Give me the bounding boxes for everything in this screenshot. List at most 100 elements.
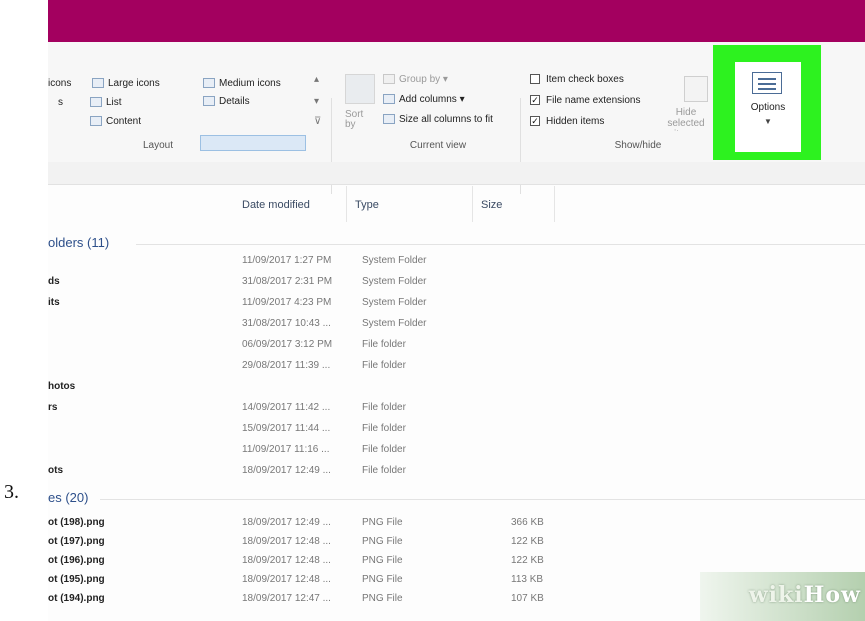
size-all-columns-button[interactable]: Size all columns to fit — [383, 114, 493, 125]
item-check-boxes-toggle[interactable]: Item check boxes — [530, 74, 624, 85]
file-row-type: PNG File — [362, 593, 403, 604]
details-selection — [200, 135, 306, 151]
folder-row-name[interactable]: ots — [48, 465, 63, 476]
folder-row-date: 31/08/2017 10:43 ... — [242, 318, 331, 329]
step-number: 3. — [4, 481, 19, 503]
chevron-down-icon: ▼ — [764, 117, 772, 126]
group-divider — [100, 499, 865, 500]
folder-row-type: File folder — [362, 423, 406, 434]
list-icon — [90, 97, 102, 108]
hide-selected-icon — [684, 76, 708, 102]
sort-by-button[interactable]: Sort by — [345, 110, 363, 130]
layout-scroll-down-icon[interactable]: ▾ — [314, 96, 319, 107]
navigation-bar — [48, 162, 865, 185]
folder-row-type: System Folder — [362, 318, 427, 329]
folder-row-type: System Folder — [362, 297, 427, 308]
checkbox-unchecked-icon — [530, 74, 540, 85]
folder-row-name[interactable]: ds — [48, 276, 60, 287]
file-row-type: PNG File — [362, 517, 403, 528]
add-columns-icon — [383, 94, 395, 105]
current-view-group-label: Current view — [409, 140, 467, 151]
details-icon — [203, 96, 215, 107]
explorer-window: icons Large icons Medium icons ▴ s List … — [48, 0, 865, 621]
options-label: Options — [750, 102, 786, 113]
column-separator[interactable] — [554, 186, 555, 222]
folder-row-date: 11/09/2017 4:23 PM — [242, 297, 332, 308]
content-button[interactable]: Content — [90, 116, 141, 127]
list-button[interactable]: List — [90, 97, 122, 108]
content-icon — [90, 116, 102, 127]
details-button[interactable]: Details — [203, 96, 250, 107]
layout-scroll-up-icon[interactable]: ▴ — [314, 74, 319, 85]
folder-row-date: 06/09/2017 3:12 PM — [242, 339, 333, 350]
medium-icons-icon — [203, 78, 215, 89]
folder-row-type: System Folder — [362, 276, 427, 287]
group-by-button[interactable]: Group by ▾ — [383, 74, 448, 85]
file-row-date: 18/09/2017 12:49 ... — [242, 517, 331, 528]
column-header-size[interactable]: Size — [481, 199, 502, 211]
column-header-date-modified[interactable]: Date modified — [242, 199, 310, 211]
folder-row-name[interactable]: hotos — [48, 381, 75, 392]
file-row-type: PNG File — [362, 536, 403, 547]
large-icons-partial-button[interactable]: icons — [48, 78, 71, 89]
title-bar — [48, 0, 865, 42]
file-row-size: 107 KB — [511, 593, 544, 604]
group-header-files[interactable]: es (20) — [48, 490, 88, 505]
small-icons-partial-button[interactable]: s — [58, 97, 63, 108]
file-row-size: 366 KB — [511, 517, 544, 528]
file-row-date: 18/09/2017 12:47 ... — [242, 593, 331, 604]
folder-row-type: File folder — [362, 360, 406, 371]
folder-row-name[interactable]: its — [48, 297, 60, 308]
folder-row-type: System Folder — [362, 255, 427, 266]
large-icons-button[interactable]: Large icons — [92, 78, 160, 89]
layout-group-label: Layout — [142, 140, 174, 151]
layout-expand-icon[interactable]: ⊽ — [314, 116, 321, 127]
column-separator[interactable] — [472, 186, 473, 222]
file-row-name[interactable]: ot (196).png — [48, 555, 105, 566]
sort-by-icon — [345, 74, 375, 104]
options-button[interactable]: Options ▼ — [735, 62, 801, 152]
options-icon — [752, 72, 782, 94]
show-hide-group-label: Show/hide — [614, 140, 662, 151]
folder-row-date: 11/09/2017 1:27 PM — [242, 255, 332, 266]
folder-row-type: File folder — [362, 402, 406, 413]
file-row-type: PNG File — [362, 555, 403, 566]
checkbox-checked-icon: ✓ — [530, 95, 540, 106]
large-icons-icon — [92, 78, 104, 89]
folder-row-date: 18/09/2017 12:49 ... — [242, 465, 331, 476]
file-row-size: 113 KB — [511, 574, 544, 585]
file-row-date: 18/09/2017 12:48 ... — [242, 555, 331, 566]
group-by-icon — [383, 74, 395, 85]
folder-row-date: 14/09/2017 11:42 ... — [242, 402, 331, 413]
file-name-extensions-toggle[interactable]: ✓ File name extensions — [530, 95, 641, 106]
folder-row-date: 11/09/2017 11:16 ... — [242, 444, 330, 455]
file-row-name[interactable]: ot (197).png — [48, 536, 105, 547]
medium-icons-button[interactable]: Medium icons — [203, 78, 281, 89]
folder-row-date: 29/08/2017 11:39 ... — [242, 360, 331, 371]
file-row-name[interactable]: ot (198).png — [48, 517, 105, 528]
hide-selected-button[interactable]: Hide selected items — [660, 107, 712, 131]
group-divider — [136, 244, 865, 245]
folder-row-name[interactable]: rs — [48, 402, 57, 413]
folder-row-date: 15/09/2017 11:44 ... — [242, 423, 331, 434]
size-columns-icon — [383, 114, 395, 125]
folder-row-type: File folder — [362, 465, 406, 476]
folder-row-type: File folder — [362, 339, 406, 350]
file-row-size: 122 KB — [511, 536, 544, 547]
wikihow-watermark: wikiHow — [700, 572, 865, 621]
folder-row-type: File folder — [362, 444, 406, 455]
group-header-folders[interactable]: olders (11) — [48, 235, 109, 250]
wikihow-logo: wikiHow — [748, 582, 861, 608]
column-header-type[interactable]: Type — [355, 199, 379, 211]
column-separator[interactable] — [346, 186, 347, 222]
add-columns-button[interactable]: Add columns ▾ — [383, 94, 465, 105]
file-row-size: 122 KB — [511, 555, 544, 566]
file-row-date: 18/09/2017 12:48 ... — [242, 536, 331, 547]
hidden-items-toggle[interactable]: ✓ Hidden items — [530, 116, 604, 127]
checkbox-checked-icon: ✓ — [530, 116, 540, 127]
file-row-name[interactable]: ot (195).png — [48, 574, 105, 585]
file-row-type: PNG File — [362, 574, 403, 585]
folder-row-date: 31/08/2017 2:31 PM — [242, 276, 333, 287]
file-row-date: 18/09/2017 12:48 ... — [242, 574, 331, 585]
file-row-name[interactable]: ot (194).png — [48, 593, 105, 604]
